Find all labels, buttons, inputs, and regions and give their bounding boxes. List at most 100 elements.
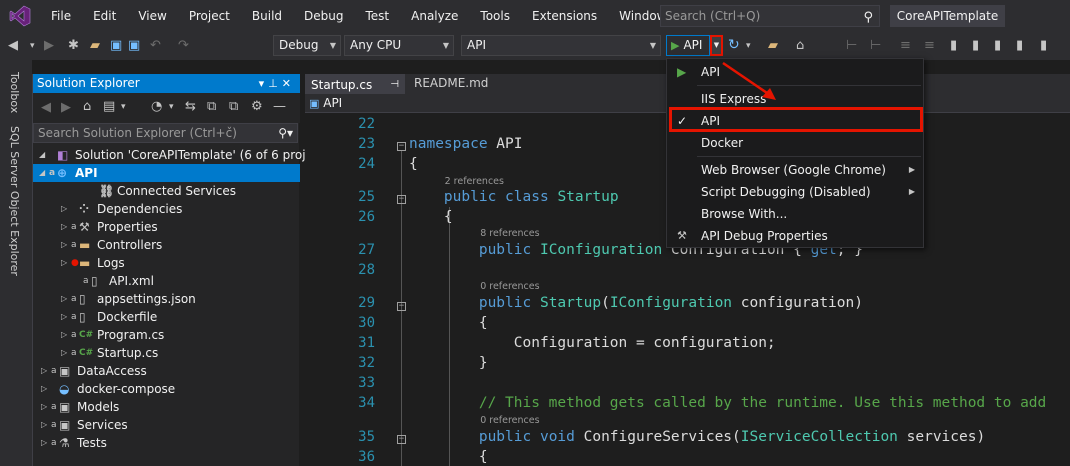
tree-item[interactable]: ▷ a ▯ appsettings.json [33, 290, 300, 308]
forward-icon[interactable]: ▶ [61, 100, 71, 116]
tree-item[interactable]: ▷ a ▣ DataAccess [33, 362, 300, 380]
properties-icon[interactable]: ⚙ [251, 99, 263, 115]
tree-item[interactable]: ▷ a ▣ Services [33, 416, 300, 434]
clear-bookmarks-icon[interactable]: ▮ [1040, 38, 1047, 54]
collapsed-arrow-icon[interactable]: ▷ [41, 434, 47, 452]
menu-file[interactable]: File [40, 0, 82, 32]
outdent-icon[interactable]: ≡ [924, 38, 935, 54]
indent-icon[interactable]: ≡ [900, 38, 911, 54]
code-line[interactable]: { [409, 315, 488, 331]
run-menu-item[interactable]: Docker [667, 132, 923, 154]
run-menu-item[interactable]: Browse With... [667, 203, 923, 225]
menu-view[interactable]: View [127, 0, 177, 32]
codelens-references[interactable]: 8 references [480, 228, 539, 239]
bookmark-next-icon[interactable]: ▮ [994, 38, 1001, 54]
bookmark-icon[interactable]: ▮ [950, 38, 957, 54]
align-icon[interactable]: ⊢ [870, 38, 881, 54]
tree-item[interactable]: ▷ ● ▬ Logs [33, 254, 300, 272]
browser-link-icon[interactable]: ⌂ [796, 38, 804, 54]
undo-icon[interactable]: ↶ [150, 38, 161, 54]
solution-explorer-search[interactable]: Search Solution Explorer (Ctrl+č) ⚲▾ [33, 123, 298, 143]
toolbox-tab[interactable]: Toolbox [8, 72, 21, 113]
tree-item[interactable]: ▷ a ▣ Models [33, 398, 300, 416]
codelens-references[interactable]: 0 references [480, 415, 539, 426]
tree-item[interactable]: ▷ a ▬ Controllers [33, 236, 300, 254]
collapse-region-icon[interactable]: − [397, 435, 406, 444]
tree-item[interactable]: ◢ ◧ Solution 'CoreAPITemplate' (6 of 6 pro… [33, 146, 335, 164]
run-menu-item[interactable]: ⚒ API Debug Properties [667, 225, 923, 247]
code-line[interactable]: } [409, 355, 488, 371]
sync-icon[interactable]: ⇆ [185, 99, 196, 115]
tree-item[interactable]: a ▯ API.xml [33, 272, 300, 290]
open-folder-icon[interactable]: ▰ [90, 38, 100, 54]
code-line[interactable]: namespace API [409, 136, 523, 152]
back-icon[interactable]: ◀ [8, 38, 18, 54]
collapsed-arrow-icon[interactable]: ▷ [61, 200, 67, 218]
expanded-arrow-icon[interactable]: ◢ [39, 146, 45, 164]
code-line[interactable]: public void ConfigureServices(IServiceCo… [409, 429, 985, 445]
tree-item[interactable]: ▷ a C# Program.cs [33, 326, 300, 344]
run-menu-item[interactable]: Web Browser (Google Chrome) ▶ [667, 159, 923, 181]
pending-changes-icon[interactable]: ◔ [151, 99, 162, 115]
close-icon[interactable]: ✕ [282, 77, 295, 90]
back-icon[interactable]: ◀ [41, 100, 51, 116]
collapsed-arrow-icon[interactable]: ▷ [61, 326, 67, 344]
run-menu-item[interactable]: ▶ API [667, 61, 923, 83]
forward-icon[interactable]: ▶ [44, 38, 54, 54]
menu-project[interactable]: Project [178, 0, 241, 32]
platform-combo[interactable]: Any CPU ▼ [344, 35, 454, 56]
menu-debug[interactable]: Debug [293, 0, 354, 32]
code-line[interactable]: { [409, 156, 418, 172]
align-icon[interactable]: ⊢ [846, 38, 857, 54]
refresh-icon[interactable]: ↻ [728, 37, 740, 53]
tree-item[interactable]: ◢ a ⊕ API [33, 164, 300, 182]
collapsed-arrow-icon[interactable]: ▷ [61, 254, 67, 272]
collapsed-arrow-icon[interactable]: ▷ [61, 290, 67, 308]
switch-views-icon[interactable]: ▤ [103, 99, 115, 115]
run-menu-item[interactable]: Script Debugging (Disabled) ▶ [667, 181, 923, 203]
codelens-references[interactable]: 0 references [480, 281, 539, 292]
collapsed-arrow-icon[interactable]: ▷ [41, 398, 47, 416]
tab-startup-cs[interactable]: Startup.cs ⊣ [305, 74, 405, 94]
menu-test[interactable]: Test [354, 0, 400, 32]
tree-item[interactable]: ▷ a ▯ Dockerfile [33, 308, 300, 326]
menu-extensions[interactable]: Extensions [521, 0, 608, 32]
save-all-icon[interactable]: ▣ [128, 38, 140, 54]
code-line[interactable]: public Startup(IConfiguration configurat… [409, 295, 863, 311]
code-line[interactable]: { [409, 209, 453, 225]
copy-icon[interactable]: ⧉ [207, 99, 216, 115]
tree-item[interactable]: ▷ ⁘ Dependencies [33, 200, 300, 218]
collapse-region-icon[interactable]: − [397, 195, 406, 204]
configuration-combo[interactable]: Debug ▼ [273, 35, 341, 56]
refresh-dropdown-icon[interactable]: ▾ [746, 38, 751, 54]
run-target-dropdown-button[interactable]: ▼ [710, 35, 723, 56]
collapsed-arrow-icon[interactable]: ▷ [41, 380, 47, 398]
startup-project-combo[interactable]: API ▼ [461, 35, 661, 56]
tree-item[interactable]: ▷ a ⚒ Properties [33, 218, 300, 236]
collapsed-arrow-icon[interactable]: ▷ [61, 344, 67, 362]
tab-readme-md[interactable]: README.md [408, 74, 503, 94]
show-all-files-icon[interactable]: ⧉ [229, 99, 238, 115]
code-line[interactable]: Configuration = configuration; [409, 335, 776, 351]
home-icon[interactable]: ⌂ [83, 99, 91, 115]
redo-icon[interactable]: ↷ [178, 38, 189, 54]
back-dropdown-icon[interactable]: ▾ [30, 38, 35, 54]
sql-server-object-explorer-tab[interactable]: SQL Server Object Explorer [8, 126, 21, 276]
collapsed-arrow-icon[interactable]: ▷ [41, 362, 47, 380]
bookmark-folder-icon[interactable]: ▮ [1016, 38, 1023, 54]
save-icon[interactable]: ▣ [110, 38, 122, 54]
menu-edit[interactable]: Edit [82, 0, 127, 32]
collapsed-arrow-icon[interactable]: ▷ [61, 236, 67, 254]
start-debugging-button[interactable]: ▶ API [666, 35, 710, 56]
new-project-icon[interactable]: ✱ [68, 38, 79, 54]
collapsed-arrow-icon[interactable]: ▷ [61, 308, 67, 326]
tree-item[interactable]: ⛓ Connected Services [33, 182, 300, 200]
window-position-icon[interactable]: ▾ [259, 77, 269, 90]
pin-icon[interactable]: ⊥ [268, 77, 282, 90]
tree-item[interactable]: ▷ ◒ docker-compose [33, 380, 300, 398]
chevron-down-icon[interactable]: ▾ [169, 99, 174, 115]
bookmark-prev-icon[interactable]: ▮ [972, 38, 979, 54]
quick-launch-search[interactable]: Search (Ctrl+Q) ⚲ [660, 5, 880, 27]
menu-analyze[interactable]: Analyze [400, 0, 469, 32]
code-line[interactable]: public class Startup [409, 189, 619, 205]
